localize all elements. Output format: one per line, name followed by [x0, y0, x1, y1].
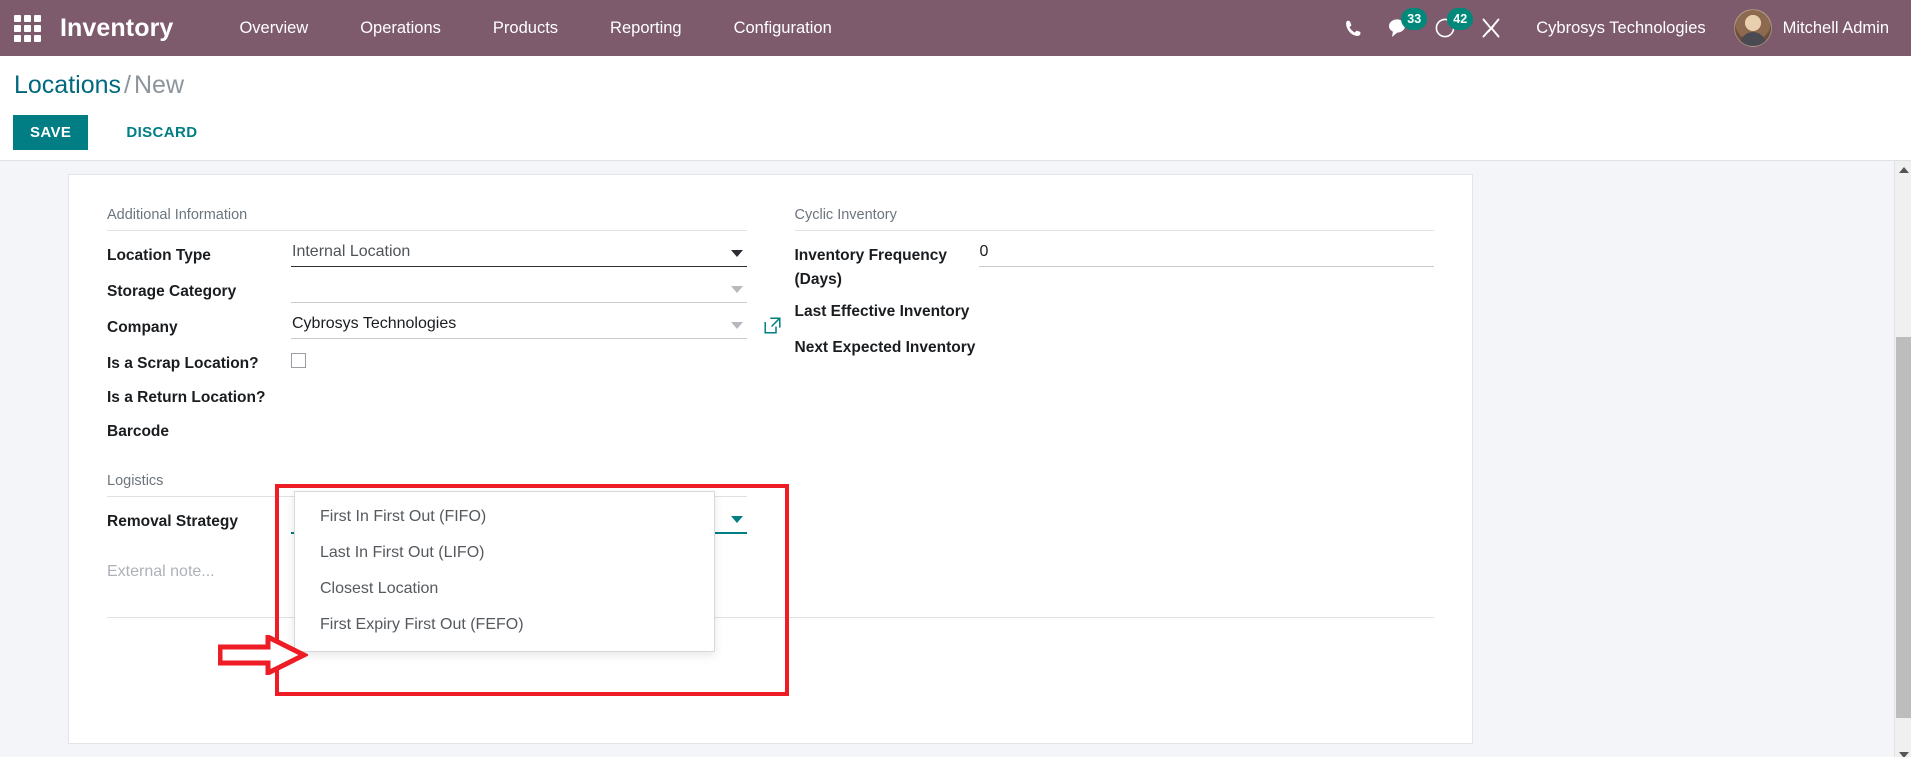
company-input[interactable] [291, 313, 747, 340]
menu-operations[interactable]: Operations [334, 11, 467, 46]
field-company: Company [107, 307, 781, 343]
field-last-effective-inventory: Last Effective Inventory [794, 291, 1434, 327]
label-barcode: Barcode [107, 423, 170, 441]
location-type-input[interactable] [291, 241, 747, 268]
avatar [1733, 9, 1772, 47]
messages-icon[interactable]: 33 [1376, 8, 1428, 48]
breadcrumb-locations[interactable]: Locations [14, 71, 121, 99]
group-title-cyclic-inventory: Cyclic Inventory [794, 203, 1434, 232]
menu-products[interactable]: Products [467, 11, 584, 46]
scrollbar-thumb[interactable] [1896, 337, 1911, 719]
label-removal-strategy: Removal Strategy [107, 513, 238, 531]
discard-button[interactable]: DISCARD [106, 115, 217, 150]
dropdown-option-closest-location[interactable]: Closest Location [295, 571, 714, 607]
dropdown-option-fefo[interactable]: First Expiry First Out (FEFO) [295, 607, 714, 643]
app-brand-inventory[interactable]: Inventory [60, 14, 173, 43]
control-panel: Locations / New SAVE DISCARD [0, 56, 1911, 162]
form-scroll-area: Additional Information Location Type Sto… [0, 161, 1911, 757]
navbar-systray: 33 42 Cybrosys Technologies Mitchell Adm… [1330, 8, 1889, 48]
user-menu[interactable]: Mitchell Admin [1724, 9, 1889, 47]
label-storage-category: Storage Category [107, 283, 237, 301]
dropdown-option-fifo[interactable]: First In First Out (FIFO) [295, 499, 714, 535]
label-inventory-frequency: Inventory Frequency (Days) [794, 247, 947, 288]
activities-clock-icon[interactable]: 42 [1422, 8, 1474, 48]
removal-strategy-dropdown: First In First Out (FIFO) Last In First … [294, 491, 715, 653]
group-title-additional-information: Additional Information [107, 203, 747, 232]
inventory-frequency-input[interactable] [978, 241, 1434, 268]
main-menu: Overview Operations Products Reporting C… [213, 11, 857, 46]
field-location-type: Location Type [107, 235, 747, 271]
breadcrumb-current: New [133, 71, 184, 99]
barcode-input[interactable] [291, 417, 747, 444]
field-next-expected-inventory: Next Expected Inventory [794, 327, 1434, 363]
debug-tools-icon[interactable] [1468, 8, 1514, 48]
save-button[interactable]: SAVE [13, 115, 89, 151]
apps-grid-icon[interactable] [10, 11, 44, 45]
right-column: Cyclic Inventory Inventory Frequency (Da… [794, 203, 1434, 581]
field-inventory-frequency: Inventory Frequency (Days) [794, 235, 1434, 291]
menu-configuration[interactable]: Configuration [708, 11, 858, 46]
record-actions: SAVE DISCARD [0, 101, 1911, 151]
vertical-scrollbar[interactable] [1894, 161, 1911, 757]
company-switcher[interactable]: Cybrosys Technologies [1514, 11, 1723, 46]
storage-category-input[interactable] [291, 277, 747, 304]
label-last-effective-inventory: Last Effective Inventory [794, 302, 970, 320]
scroll-up-arrow-icon[interactable] [1895, 161, 1911, 178]
last-effective-inventory-input[interactable] [978, 296, 1434, 323]
label-company: Company [107, 319, 178, 337]
breadcrumb: Locations / New [0, 70, 1911, 101]
next-expected-inventory-input[interactable] [978, 332, 1434, 359]
label-is-scrap-location: Is a Scrap Location? [107, 355, 259, 373]
phone-icon[interactable] [1330, 8, 1376, 48]
field-storage-category: Storage Category [107, 271, 747, 307]
menu-reporting[interactable]: Reporting [584, 11, 708, 46]
label-location-type: Location Type [107, 247, 211, 265]
breadcrumb-separator: / [124, 71, 131, 99]
scroll-down-arrow-icon[interactable] [1895, 746, 1911, 757]
menu-overview[interactable]: Overview [213, 11, 334, 46]
form-sheet: Additional Information Location Type Sto… [68, 174, 1473, 745]
is-scrap-location-checkbox[interactable] [291, 353, 306, 369]
field-is-return-location: Is a Return Location? [107, 377, 747, 411]
field-is-scrap-location: Is a Scrap Location? [107, 343, 747, 377]
user-name-label: Mitchell Admin [1782, 18, 1889, 37]
internal-link-icon[interactable] [763, 317, 781, 334]
top-navbar: Inventory Overview Operations Products R… [0, 0, 1911, 56]
label-next-expected-inventory: Next Expected Inventory [794, 338, 976, 356]
field-barcode: Barcode [107, 411, 747, 447]
dropdown-option-lifo[interactable]: Last In First Out (LIFO) [295, 535, 714, 571]
label-is-return-location: Is a Return Location? [107, 389, 266, 407]
